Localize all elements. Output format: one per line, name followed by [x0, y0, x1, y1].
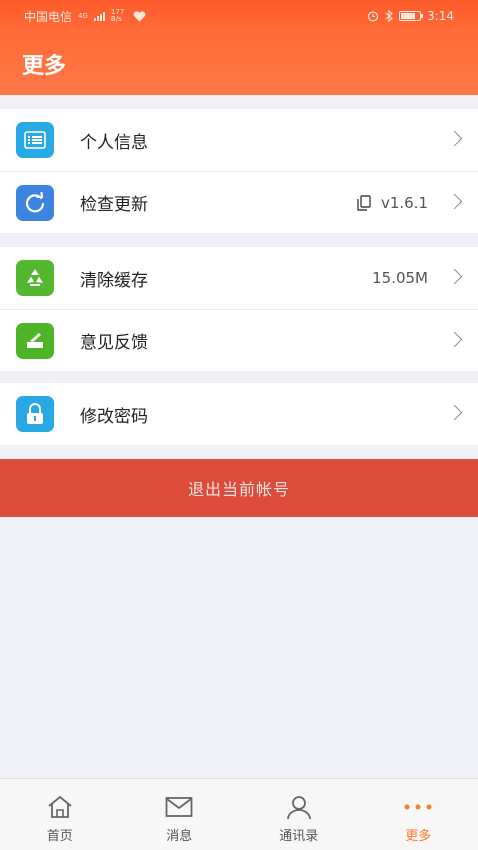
network-type: 4G: [78, 12, 88, 20]
app-header: 中国电信 4G 177 B/s 3:14 更多: [0, 0, 478, 95]
settings-group-account: 个人信息 检查更新 v1.6.1: [0, 109, 478, 233]
chevron-right-icon: [446, 331, 463, 348]
bottom-tab-bar: 首页 消息 通讯录 更多: [0, 778, 478, 850]
clock: 3:14: [427, 9, 454, 23]
alarm-icon: [367, 11, 379, 22]
network-speed: 177 B/s: [111, 9, 127, 23]
menu-item-label: 清除缓存: [80, 270, 148, 291]
page-title: 更多: [22, 54, 67, 79]
home-icon: [46, 793, 74, 821]
refresh-icon: [16, 185, 54, 221]
tab-label: 消息: [166, 829, 193, 844]
logout-button[interactable]: 退出当前帐号: [0, 459, 478, 517]
menu-item-profile[interactable]: 个人信息: [0, 109, 478, 171]
heart-icon: [133, 10, 146, 21]
recycle-icon: [16, 260, 54, 296]
mail-icon: [165, 793, 193, 821]
menu-item-label: 个人信息: [80, 132, 148, 153]
menu-item-check-update[interactable]: 检查更新 v1.6.1: [0, 171, 478, 233]
menu-item-change-password[interactable]: 修改密码: [0, 383, 478, 445]
menu-item-label: 检查更新: [80, 195, 148, 215]
version-value: v1.6.1: [357, 194, 428, 212]
more-icon: [403, 793, 433, 821]
signal-icon: [93, 11, 105, 21]
copy-icon: [357, 194, 371, 211]
cache-size: 15.05M: [372, 269, 428, 287]
status-bar: 中国电信 4G 177 B/s 3:14: [0, 0, 478, 32]
feedback-icon: [16, 323, 54, 359]
tab-label: 更多: [405, 829, 432, 844]
version-text: v1.6.1: [380, 193, 428, 212]
contacts-icon: [286, 793, 312, 821]
network-speed-unit: B/s: [110, 15, 122, 23]
tab-home[interactable]: 首页: [0, 779, 120, 850]
chevron-right-icon: [446, 404, 463, 421]
menu-item-label: 意见反馈: [80, 333, 148, 353]
carrier-label: 中国电信: [24, 9, 73, 24]
bluetooth-icon: [385, 10, 393, 22]
chevron-right-icon: [446, 193, 463, 210]
menu-item-clear-cache[interactable]: 清除缓存 15.05M: [0, 247, 478, 309]
settings-group-security: 修改密码: [0, 383, 478, 445]
tab-label: 通讯录: [279, 829, 319, 844]
lock-icon: [16, 396, 54, 432]
tab-more[interactable]: 更多: [359, 779, 478, 850]
battery-icon: [399, 11, 424, 21]
tab-label: 首页: [46, 829, 73, 844]
list-icon: [16, 122, 54, 158]
menu-item-label: 修改密码: [80, 406, 148, 427]
chevron-right-icon: [446, 268, 463, 285]
chevron-right-icon: [446, 130, 463, 147]
tab-contacts[interactable]: 通讯录: [239, 779, 359, 850]
settings-group-app: 清除缓存 15.05M 意见反馈: [0, 247, 478, 371]
menu-item-feedback[interactable]: 意见反馈: [0, 309, 478, 371]
tab-messages[interactable]: 消息: [120, 779, 240, 850]
